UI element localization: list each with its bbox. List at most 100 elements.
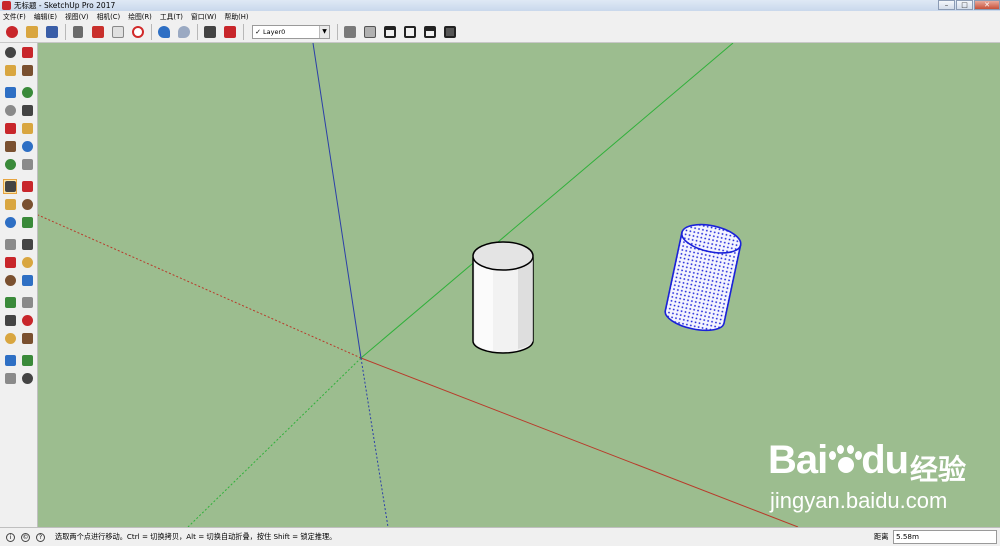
scale-tool-button[interactable] <box>3 215 17 230</box>
push-pull-tool-button[interactable] <box>20 179 34 194</box>
menu-view[interactable]: 视图(V) <box>65 11 89 21</box>
move-tool-button[interactable] <box>3 178 18 194</box>
geo-location-icon[interactable]: i <box>6 532 15 542</box>
previous-view-tool-button[interactable] <box>20 331 34 346</box>
arc-tool-button[interactable] <box>3 139 17 154</box>
front-view-icon <box>384 25 396 38</box>
orbit-tool-button[interactable] <box>3 295 17 310</box>
back-view-icon <box>424 25 436 38</box>
freehand-tool-button[interactable] <box>20 85 34 100</box>
measurements-field[interactable]: 5.58m <box>893 530 997 544</box>
rotate-tool-button[interactable] <box>3 197 17 212</box>
look-around-icon <box>21 354 33 366</box>
arc-icon <box>4 140 16 152</box>
left-view-button[interactable] <box>442 24 458 40</box>
white-cylinder[interactable] <box>472 241 534 354</box>
protractor-tool-button[interactable] <box>3 255 17 270</box>
two-point-arc-tool-button[interactable] <box>20 139 34 154</box>
walk-tool-button[interactable] <box>3 371 17 386</box>
polygon-tool-button[interactable] <box>20 121 34 136</box>
new-icon <box>6 25 18 38</box>
erase-button[interactable] <box>130 24 146 40</box>
menu-file[interactable]: 文件(F) <box>3 11 26 21</box>
menu-edit[interactable]: 编辑(E) <box>34 11 57 21</box>
top-view-button[interactable] <box>362 24 378 40</box>
zoom-window-icon <box>21 314 33 326</box>
iso-view-button[interactable] <box>342 24 358 40</box>
help-icon[interactable]: ? <box>36 532 45 542</box>
tool-row <box>0 137 37 155</box>
open-button[interactable] <box>24 24 40 40</box>
save-button[interactable] <box>44 24 60 40</box>
offset-tool-button[interactable] <box>20 215 34 230</box>
tool-row <box>0 235 37 253</box>
back-view-button[interactable] <box>422 24 438 40</box>
tool-row <box>0 119 37 137</box>
line-icon <box>4 86 16 98</box>
selected-cylinder[interactable] <box>663 220 744 335</box>
select-tool-button[interactable] <box>3 45 17 60</box>
dimension-tool-button[interactable] <box>20 237 34 252</box>
pan-tool-button[interactable] <box>20 295 34 310</box>
make-component-tool-button[interactable] <box>20 45 34 60</box>
tool-row <box>0 101 37 119</box>
zoom-extents-tool-button[interactable] <box>3 331 17 346</box>
menu-tools[interactable]: 工具(T) <box>160 11 183 21</box>
red-axis-negative <box>38 214 362 359</box>
watermark-brand: Bai du <box>768 438 909 483</box>
line-tool-button[interactable] <box>3 85 17 100</box>
menu-camera[interactable]: 相机(C) <box>97 11 121 21</box>
dimension-icon <box>21 238 33 250</box>
undo-button[interactable] <box>156 24 172 40</box>
zoom-window-tool-button[interactable] <box>20 313 34 328</box>
print-icon <box>204 25 216 38</box>
blue-axis-positive <box>312 43 362 359</box>
new-button[interactable] <box>4 24 20 40</box>
model-info-icon <box>224 25 236 38</box>
window-title: 无标题 - SketchUp Pro 2017 <box>14 1 116 10</box>
minimize-icon[interactable]: – <box>938 0 955 10</box>
axes-tool-button[interactable] <box>3 273 17 288</box>
copy-button[interactable] <box>90 24 106 40</box>
tool-row <box>0 83 37 101</box>
rotated-rectangle-tool-button[interactable] <box>20 103 34 118</box>
cut-button[interactable] <box>70 24 86 40</box>
menu-help[interactable]: 帮助(H) <box>225 11 249 21</box>
print-button[interactable] <box>202 24 218 40</box>
paste-button[interactable] <box>110 24 126 40</box>
drawing-viewport[interactable]: Bai du 经验 jingyan.baidu.com <box>38 43 1000 527</box>
position-camera-tool-button[interactable] <box>3 353 17 368</box>
text-tool-button[interactable] <box>20 255 34 270</box>
3d-text-tool-button[interactable] <box>20 273 34 288</box>
model-info-button[interactable] <box>222 24 238 40</box>
section-plane-tool-button[interactable] <box>20 371 34 386</box>
menu-draw[interactable]: 绘图(R) <box>128 11 152 21</box>
three-point-arc-tool-button[interactable] <box>3 157 17 172</box>
menu-window[interactable]: 窗口(W) <box>191 11 217 21</box>
3d-text-icon <box>21 274 33 286</box>
paw-icon <box>827 443 863 477</box>
redo-button[interactable] <box>176 24 192 40</box>
tape-measure-tool-button[interactable] <box>3 237 17 252</box>
rectangle-tool-button[interactable] <box>3 103 17 118</box>
right-view-button[interactable] <box>402 24 418 40</box>
paint-bucket-tool-button[interactable] <box>3 63 17 78</box>
circle-tool-button[interactable] <box>3 121 17 136</box>
circle-icon <box>4 122 16 134</box>
watermark-brand-bai: Bai <box>768 438 828 482</box>
zoom-tool-button[interactable] <box>3 313 17 328</box>
look-around-tool-button[interactable] <box>20 353 34 368</box>
layer-dropdown[interactable]: ✓ Layer0 ▼ <box>252 24 330 39</box>
tool-row <box>0 351 37 369</box>
tool-row <box>0 253 37 271</box>
maximize-icon[interactable]: □ <box>956 0 973 10</box>
front-view-button[interactable] <box>382 24 398 40</box>
make-component-icon <box>21 46 33 58</box>
follow-me-tool-button[interactable] <box>20 197 34 212</box>
credits-icon[interactable]: © <box>21 532 30 542</box>
eraser-tool-button[interactable] <box>20 63 34 78</box>
chevron-down-icon[interactable]: ▼ <box>319 25 329 38</box>
close-icon[interactable]: ✕ <box>974 0 1000 10</box>
pie-tool-button[interactable] <box>20 157 34 172</box>
open-icon <box>26 25 38 38</box>
